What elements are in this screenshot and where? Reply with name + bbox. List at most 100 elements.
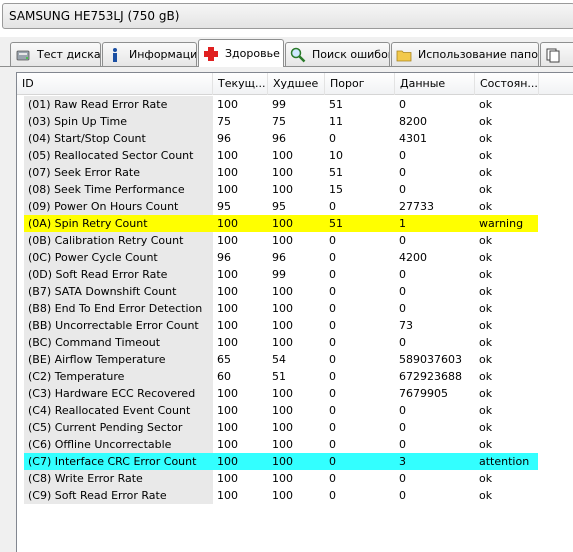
cell-threshold: 0: [329, 489, 336, 502]
table-row[interactable]: (B8) End To End Error Detection 100 100 0 0 o…: [17, 300, 573, 317]
table-row[interactable]: (BB) Uncorrectable Error Count 100 100 0 73 o…: [17, 317, 573, 334]
cell-data: 73: [399, 319, 413, 332]
table-row[interactable]: (0A) Spin Retry Count 100 100 51 1 warning: [17, 215, 573, 232]
table-row[interactable]: (C2) Temperature 60 51 0 672923688 ok: [17, 368, 573, 385]
tab-more[interactable]: [540, 42, 573, 66]
cell-id: (BB) Uncorrectable Error Count: [24, 317, 213, 334]
cell-current: 100: [217, 336, 238, 349]
table-row[interactable]: (C5) Current Pending Sector 100 100 0 0 ok: [17, 419, 573, 436]
cell-worst: 100: [268, 453, 325, 470]
cell-status: ok: [479, 438, 493, 451]
cell-id: (0D) Soft Read Error Rate: [24, 266, 213, 283]
cell-worst: 100: [272, 404, 293, 417]
cell-worst: 96: [272, 132, 286, 145]
tab-health[interactable]: Здоровье: [198, 39, 284, 67]
cell-current: 100: [217, 149, 238, 162]
tab-label: Использование папок: [418, 48, 539, 61]
smart-attributes-list[interactable]: ID Текущ... Худшее Порог Данные Состоян.…: [16, 72, 573, 552]
cell-worst: 100: [272, 472, 293, 485]
cell-threshold: 51: [329, 98, 343, 111]
table-row[interactable]: (05) Reallocated Sector Count 100 100 10 0 ok: [17, 147, 573, 164]
cell-status: ok: [479, 319, 493, 332]
cell-id: (0B) Calibration Retry Count: [24, 232, 213, 249]
cell-data: 27733: [399, 200, 434, 213]
table-row[interactable]: (01) Raw Read Error Rate 100 99 51 0 ok: [17, 96, 573, 113]
cell-current: 60: [217, 370, 231, 383]
table-row[interactable]: (BE) Airflow Temperature 65 54 0 589037603 ok: [17, 351, 573, 368]
cell-threshold: 0: [329, 370, 336, 383]
cell-threshold: 0: [329, 251, 336, 264]
cell-data: 0: [399, 149, 406, 162]
cell-id: (C9) Soft Read Error Rate: [24, 487, 213, 504]
tab-error-search[interactable]: Поиск ошибок: [285, 42, 390, 66]
cell-worst: 100: [272, 421, 293, 434]
tab-disk-test[interactable]: Тест диска: [10, 42, 101, 66]
table-row[interactable]: (03) Spin Up Time 75 75 11 8200 ok: [17, 113, 573, 130]
table-row[interactable]: (B7) SATA Downshift Count 100 100 0 0 ok: [17, 283, 573, 300]
cell-status: ok: [479, 387, 493, 400]
cell-data: 672923688: [399, 370, 462, 383]
cell-status: ok: [479, 370, 493, 383]
cell-worst: 95: [272, 200, 286, 213]
drive-selector[interactable]: SAMSUNG HE753LJ (750 gB): [2, 3, 573, 29]
cell-id: (C4) Reallocated Event Count: [24, 402, 213, 419]
cell-status: ok: [479, 285, 493, 298]
cell-id: (B7) SATA Downshift Count: [24, 283, 213, 300]
table-row[interactable]: (08) Seek Time Performance 100 100 15 0 ok: [17, 181, 573, 198]
cell-threshold: 0: [329, 336, 336, 349]
cell-current: 95: [217, 200, 231, 213]
cell-data: 0: [399, 98, 406, 111]
table-row[interactable]: (C6) Offline Uncorrectable 100 100 0 0 ok: [17, 436, 573, 453]
cell-current: 100: [217, 404, 238, 417]
column-header-threshold[interactable]: Порог: [325, 73, 395, 95]
table-row[interactable]: (BC) Command Timeout 100 100 0 0 ok: [17, 334, 573, 351]
cell-status: ok: [479, 472, 493, 485]
health-cross-icon: [203, 46, 219, 62]
cell-current: 100: [213, 453, 268, 470]
table-row[interactable]: (0D) Soft Read Error Rate 100 99 0 0 ok: [17, 266, 573, 283]
cell-id: (C2) Temperature: [24, 368, 213, 385]
cell-status: ok: [479, 302, 493, 315]
column-header-status[interactable]: Состоян...: [475, 73, 539, 95]
cell-current: 100: [217, 234, 238, 247]
tab-folder-usage[interactable]: Использование папок: [391, 42, 539, 66]
cell-worst: 99: [272, 98, 286, 111]
column-header-worst[interactable]: Худшее: [268, 73, 325, 95]
table-row[interactable]: (C7) Interface CRC Error Count 100 100 0 3 at…: [17, 453, 573, 470]
cell-id: (08) Seek Time Performance: [24, 181, 213, 198]
cell-threshold: 0: [329, 421, 336, 434]
cell-current: 96: [217, 132, 231, 145]
cell-threshold: 0: [329, 353, 336, 366]
column-header-data[interactable]: Данные: [395, 73, 475, 95]
cell-id: (C8) Write Error Rate: [24, 470, 213, 487]
cell-data: 0: [399, 336, 406, 349]
tab-label: Здоровье: [225, 47, 280, 60]
column-header-id[interactable]: ID: [17, 73, 213, 95]
table-row[interactable]: (C4) Reallocated Event Count 100 100 0 0 ok: [17, 402, 573, 419]
cell-threshold: 0: [329, 234, 336, 247]
info-icon: [107, 47, 123, 63]
column-header-current[interactable]: Текущ...: [213, 73, 268, 95]
table-row[interactable]: (0B) Calibration Retry Count 100 100 0 0 ok: [17, 232, 573, 249]
tab-info[interactable]: Информация: [102, 42, 197, 66]
table-row[interactable]: (04) Start/Stop Count 96 96 0 4301 ok: [17, 130, 573, 147]
cell-current: 100: [217, 421, 238, 434]
table-row[interactable]: (07) Seek Error Rate 100 100 51 0 ok: [17, 164, 573, 181]
cell-current: 100: [217, 268, 238, 281]
tab-label: Тест диска: [37, 48, 101, 61]
cell-threshold: 0: [329, 319, 336, 332]
cell-status: attention: [475, 453, 538, 470]
table-row[interactable]: (C3) Hardware ECC Recovered 100 100 0 767990…: [17, 385, 573, 402]
table-row[interactable]: (09) Power On Hours Count 95 95 0 27733 ok: [17, 198, 573, 215]
table-row[interactable]: (0C) Power Cycle Count 96 96 0 4200 ok: [17, 249, 573, 266]
cell-current: 96: [217, 251, 231, 264]
cell-worst: 99: [272, 268, 286, 281]
table-row[interactable]: (C8) Write Error Rate 100 100 0 0 ok: [17, 470, 573, 487]
table-row[interactable]: (C9) Soft Read Error Rate 100 100 0 0 ok: [17, 487, 573, 504]
cell-id: (C6) Offline Uncorrectable: [24, 436, 213, 453]
cell-data: 0: [399, 183, 406, 196]
cell-threshold: 11: [329, 115, 343, 128]
search-icon: [290, 47, 306, 63]
cell-threshold: 0: [329, 387, 336, 400]
cell-data: 0: [399, 234, 406, 247]
